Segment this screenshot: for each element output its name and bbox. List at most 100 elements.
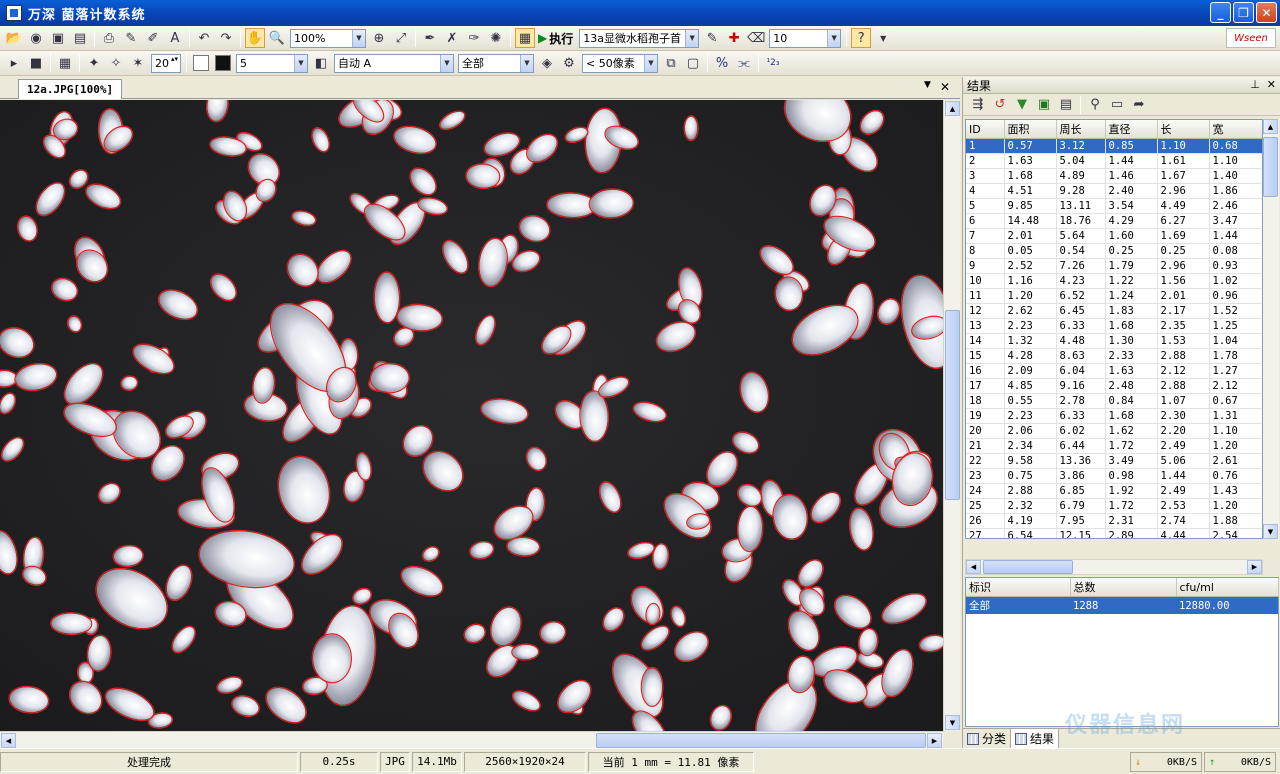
column-header[interactable]: 宽	[1209, 120, 1262, 139]
close-panel-icon[interactable]: ✕	[1267, 78, 1276, 91]
edit-icon[interactable]: ✐	[143, 28, 163, 48]
column-header[interactable]: cfu/ml	[1176, 578, 1279, 597]
table-row[interactable]: 14 1.32 4.48 1.30 1.53 1.04	[966, 333, 1262, 349]
scroll-left-icon[interactable]: ◀	[1, 733, 16, 748]
scroll-thumb[interactable]	[945, 310, 960, 500]
table-row[interactable]: 13 2.23 6.33 1.68 2.35 1.25	[966, 318, 1262, 334]
table-row[interactable]: 8 0.05 0.54 0.25 0.25 0.08	[966, 243, 1262, 259]
maximize-button[interactable]: ❐	[1233, 2, 1254, 23]
app-icon[interactable]	[6, 5, 22, 21]
scroll-down-icon[interactable]: ▼	[945, 715, 960, 730]
line-width-combo[interactable]: 5 ▼	[236, 53, 308, 73]
minimize-button[interactable]: _	[1210, 2, 1231, 23]
pin-icon[interactable]: ⊥	[1250, 78, 1260, 91]
window-icon[interactable]: ▭	[1107, 95, 1127, 115]
spore-colony[interactable]	[311, 633, 353, 684]
scroll-up-icon[interactable]: ▲	[945, 101, 960, 116]
table-row[interactable]: 17 4.85 9.16 2.48 2.88 2.12	[966, 378, 1262, 394]
column-header[interactable]: 长	[1157, 120, 1210, 139]
numbering-icon[interactable]: ¹2₃	[763, 53, 783, 73]
camera-icon[interactable]: ▣	[48, 28, 68, 48]
grid-icon[interactable]: ▦	[55, 53, 75, 73]
send-icon[interactable]: ➦	[1129, 95, 1149, 115]
column-header[interactable]: 总数	[1070, 578, 1177, 597]
table-row[interactable]: 4 4.51 9.28 2.40 2.96 1.86	[966, 183, 1262, 199]
colony-icon[interactable]: ✺	[486, 28, 506, 48]
scroll-up-icon[interactable]: ▲	[1263, 119, 1278, 134]
zoom-combo[interactable]: 100% ▼	[290, 28, 366, 48]
magic-wand-icon[interactable]: ✦	[84, 53, 104, 73]
document-tab[interactable]: 12a.JPG[100%]	[18, 79, 123, 99]
column-header[interactable]: ID	[966, 120, 1005, 139]
table-row[interactable]: 27 6.54 12.15 2.89 4.44 2.54	[966, 528, 1262, 538]
results-table[interactable]: ID 面积 周长 直径长宽 1 0.57 3.12 0.85 1.10 0.68 2 1.63 5.0…	[965, 119, 1263, 539]
table-row[interactable]: 2 1.63 5.04 1.44 1.61 1.10	[966, 153, 1262, 169]
table-row[interactable]: 9 2.52 7.26 1.79 2.96 0.93	[966, 258, 1262, 274]
print-icon[interactable]: ⎙	[99, 28, 119, 48]
results-horizontal-scrollbar[interactable]: ◀ ▶	[965, 559, 1263, 575]
min-size-combo[interactable]: < 50像素 ▼	[582, 53, 658, 73]
tab-classification[interactable]: 分类	[963, 729, 1012, 748]
text-icon[interactable]: A	[165, 28, 185, 48]
table-row[interactable]: 20 2.06 6.02 1.62 2.20 1.10	[966, 423, 1262, 439]
table-row[interactable]: 10 1.16 4.23 1.22 1.56 1.02	[966, 273, 1262, 289]
eraser-icon[interactable]: ⌫	[746, 28, 766, 48]
table-row[interactable]: 16 2.09 6.04 1.63 2.12 1.27	[966, 363, 1262, 379]
table-row[interactable]: 3 1.68 4.89 1.46 1.67 1.40	[966, 168, 1262, 184]
fit-window-icon[interactable]: ⤢	[391, 28, 411, 48]
zoom-in-icon[interactable]: ⊕	[369, 28, 389, 48]
method-combo[interactable]: 13a显微水稻孢子首 ▼	[579, 28, 700, 48]
help-icon[interactable]: ?	[851, 28, 872, 48]
chevron-down-icon[interactable]: ▼	[924, 80, 931, 90]
report-icon[interactable]: ▤	[1056, 95, 1076, 115]
compare-icon[interactable]: ⫘	[734, 53, 754, 73]
scroll-left-icon[interactable]: ◀	[966, 560, 981, 574]
table-row[interactable]: 26 4.19 7.95 2.31 2.74 1.88	[966, 513, 1262, 529]
eraser-size-combo[interactable]: 10 ▼	[769, 28, 842, 48]
image-vertical-scrollbar[interactable]: ▲ ▼	[943, 100, 960, 731]
chevron-down-icon[interactable]: ▼	[644, 54, 657, 72]
table-row[interactable]: 15 4.28 8.63 2.33 2.88 1.78	[966, 348, 1262, 364]
scroll-thumb[interactable]	[1263, 137, 1278, 197]
chevron-down-icon[interactable]: ▼	[352, 29, 365, 47]
table-row[interactable]: 23 0.75 3.86 0.98 1.44 0.76	[966, 468, 1262, 484]
image-horizontal-scrollbar[interactable]: ◀ ▶	[0, 731, 943, 748]
stop-icon[interactable]: ■	[26, 53, 46, 73]
spore-colony[interactable]	[369, 362, 410, 394]
color-picker-icon[interactable]: ◈	[537, 53, 557, 73]
chevron-down-icon[interactable]: ▼	[873, 28, 893, 48]
table-row[interactable]: 5 9.85 13.11 3.54 4.49 2.46	[966, 198, 1262, 214]
add-method-icon[interactable]: ✚	[724, 28, 744, 48]
scope-combo[interactable]: 全部 ▼	[458, 53, 534, 73]
chevron-down-icon[interactable]: ▼	[685, 29, 699, 47]
scroll-thumb[interactable]	[983, 560, 1073, 574]
table-row[interactable]: 25 2.32 6.79 1.72 2.53 1.20	[966, 498, 1262, 514]
summary-table[interactable]: 标识 总数 cfu/ml 全部 1288 12880.00	[965, 577, 1279, 727]
table-row[interactable]: 6 14.48 18.76 4.29 6.27 3.47	[966, 213, 1262, 229]
locate-icon[interactable]: ⚲	[1085, 95, 1105, 115]
chevron-down-icon[interactable]: ▼	[294, 54, 307, 72]
pen-delete-icon[interactable]: ✗	[442, 28, 462, 48]
step-run-icon[interactable]: ▸	[4, 53, 24, 73]
spore-colony[interactable]	[50, 612, 93, 636]
excel-icon[interactable]: ▣	[1034, 95, 1054, 115]
results-vertical-scrollbar[interactable]: ▲ ▼	[1263, 119, 1279, 539]
threshold-icon[interactable]: ◧	[311, 53, 331, 73]
table-row[interactable]: 19 2.23 6.33 1.68 2.30 1.31	[966, 408, 1262, 424]
page-icon[interactable]: ▢	[683, 53, 703, 73]
copy-icon[interactable]: ⧉	[661, 53, 681, 73]
play-icon[interactable]: ▶	[538, 31, 547, 45]
scroll-right-icon[interactable]: ▶	[927, 733, 942, 748]
open-folder-icon[interactable]: 📂	[4, 28, 24, 48]
pen-split-icon[interactable]: ✑	[464, 28, 484, 48]
brush-size-stepper[interactable]: 20	[151, 53, 181, 73]
save-icon[interactable]: ▤	[70, 28, 90, 48]
threshold-mode-combo[interactable]: 自动 A ▼	[334, 53, 454, 73]
table-row[interactable]: 24 2.88 6.85 1.92 2.49 1.43	[966, 483, 1262, 499]
undo-icon[interactable]: ↶	[194, 28, 214, 48]
column-header[interactable]: 面积	[1004, 120, 1057, 139]
export-icon[interactable]: ⇶	[968, 95, 988, 115]
table-row[interactable]: 12 2.62 6.45 1.83 2.17 1.52	[966, 303, 1262, 319]
table-row[interactable]: 1 0.57 3.12 0.85 1.10 0.68	[966, 138, 1262, 154]
ruler-icon[interactable]: ✎	[121, 28, 141, 48]
